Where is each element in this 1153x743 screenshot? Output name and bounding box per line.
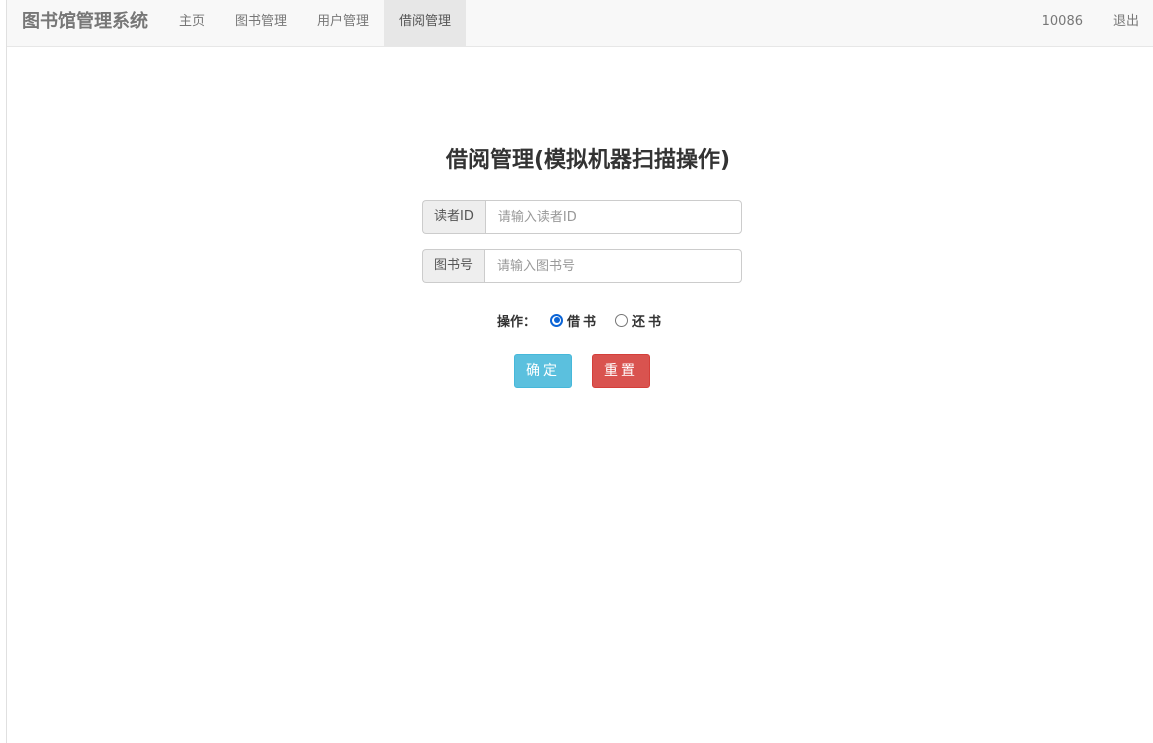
return-radio[interactable] — [615, 313, 629, 327]
return-radio-label[interactable]: 还书 — [632, 311, 664, 330]
main-nav: 主页 图书管理 用户管理 借阅管理 — [164, 0, 467, 46]
top-navbar: 图书馆管理系统 主页 图书管理 用户管理 借阅管理 10086 退出 — [7, 0, 1153, 47]
borrow-radio[interactable] — [550, 313, 564, 327]
page-frame: 图书馆管理系统 主页 图书管理 用户管理 借阅管理 10086 退出 借阅管理(… — [6, 0, 1153, 743]
page-title: 借阅管理(模拟机器扫描操作) — [445, 148, 731, 173]
borrow-radio-label[interactable]: 借书 — [567, 311, 599, 330]
book-id-input[interactable] — [484, 249, 742, 283]
user-nav: 10086 退出 — [1027, 0, 1153, 46]
brand-logo[interactable]: 图书馆管理系统 — [22, 11, 148, 33]
operation-label: 操作： — [497, 314, 537, 330]
operation-selector: 操作： 借书 还书 — [497, 310, 680, 330]
nav-item-borrow[interactable]: 借阅管理 — [384, 0, 467, 46]
book-id-label: 图书号 — [422, 249, 485, 283]
logout-link[interactable]: 退出 — [1098, 0, 1153, 46]
book-id-group: 图书号 — [422, 249, 742, 283]
reader-id-label: 读者ID — [422, 200, 485, 234]
current-user[interactable]: 10086 — [1027, 0, 1098, 46]
confirm-button[interactable]: 确定 — [514, 354, 572, 388]
reader-id-input[interactable] — [484, 200, 742, 234]
reader-id-group: 读者ID — [422, 200, 742, 234]
reset-button[interactable]: 重置 — [592, 354, 650, 388]
nav-item-home[interactable]: 主页 — [164, 0, 220, 46]
nav-item-books[interactable]: 图书管理 — [220, 0, 302, 46]
nav-item-users[interactable]: 用户管理 — [302, 0, 384, 46]
